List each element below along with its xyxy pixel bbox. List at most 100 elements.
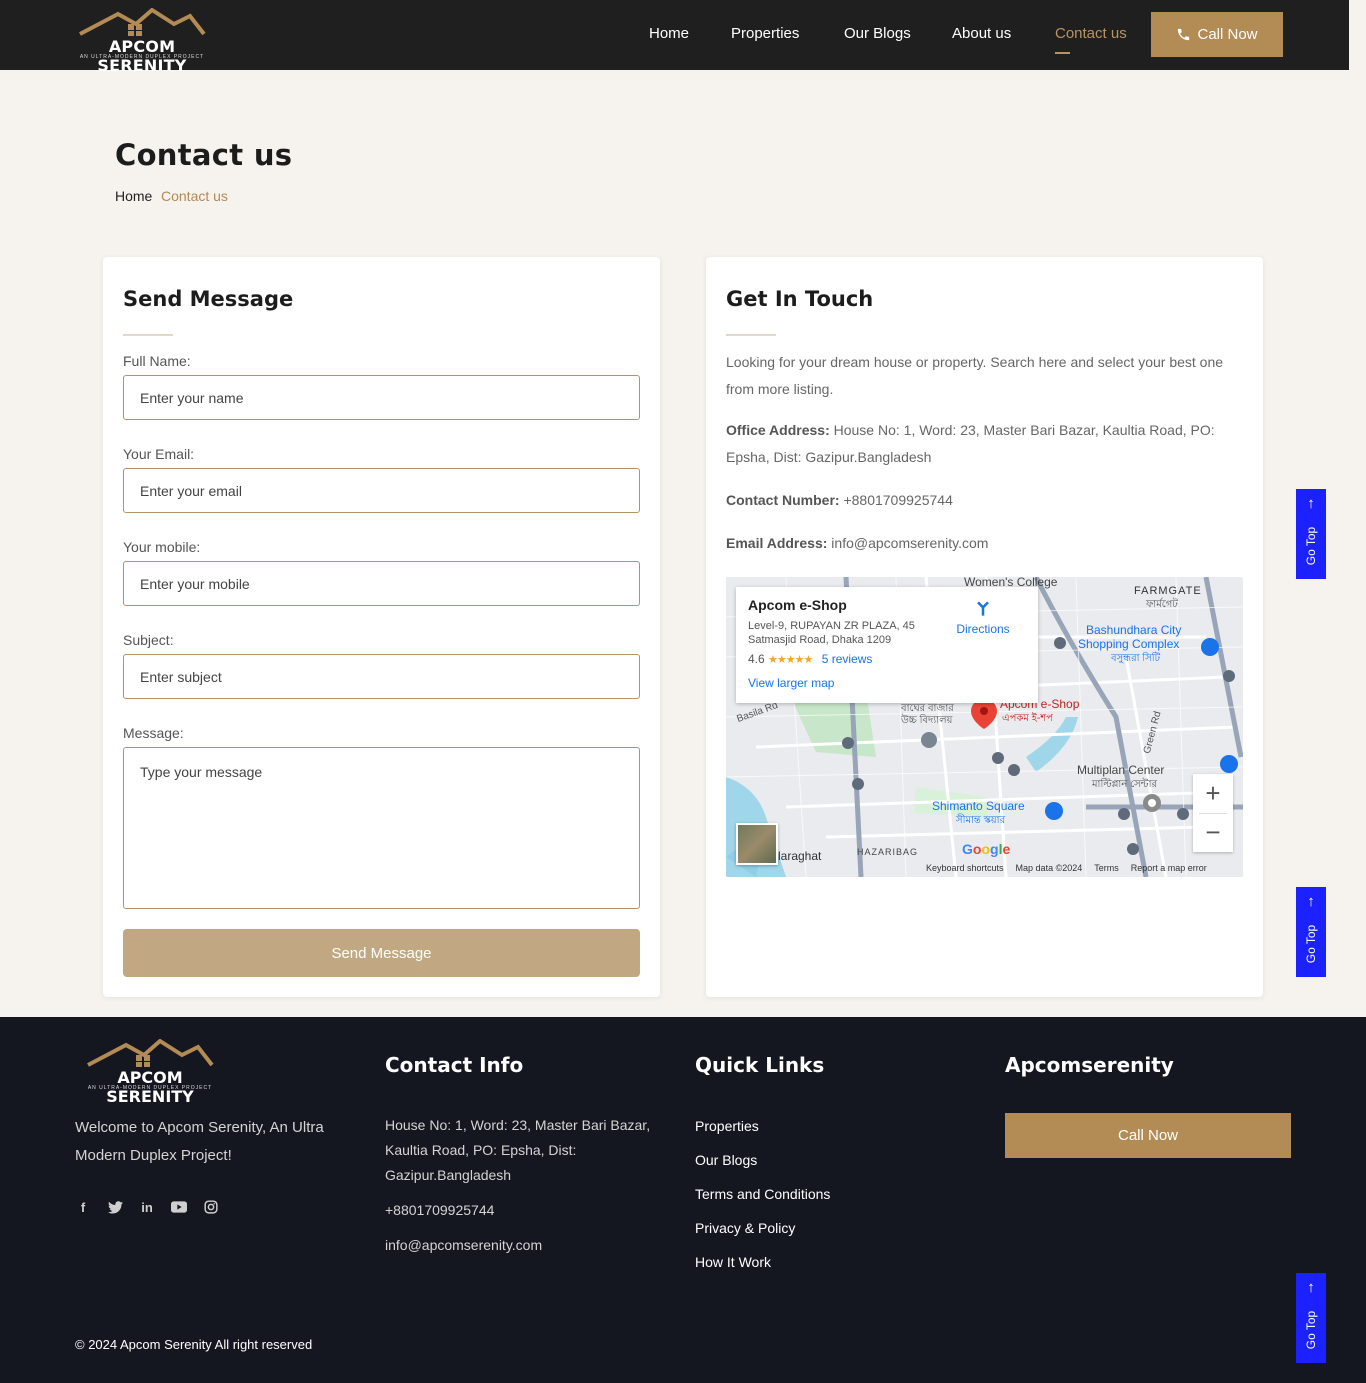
heading-divider [726, 334, 776, 336]
arrow-up-icon: ↑ [1307, 893, 1315, 910]
map-label-laraghat: laraghat [778, 849, 822, 863]
roof-logo-icon [79, 8, 206, 36]
map-zoom-controls: + − [1193, 774, 1233, 852]
footer-call-now-button[interactable]: Call Now [1005, 1113, 1291, 1158]
map-data-text: Map data ©2024 [1015, 863, 1083, 873]
breadcrumb-current: Contact us [161, 188, 228, 204]
nav-home[interactable]: Home [649, 25, 689, 45]
twitter-icon[interactable] [107, 1199, 123, 1215]
footer-link-how-it-work[interactable]: How It Work [695, 1254, 771, 1270]
map-label-hazaribag: HAZARIBAG [857, 847, 919, 857]
full-name-label: Full Name: [123, 353, 191, 369]
message-textarea[interactable] [123, 747, 640, 909]
footer-logo[interactable]: APCOM SERENITY AN ULTRA-MODERN DUPLEX PR… [74, 1039, 226, 1106]
brand-tagline: AN ULTRA-MODERN DUPLEX PROJECT [79, 54, 205, 60]
report-map-error-link[interactable]: Report a map error [1131, 863, 1207, 873]
view-larger-map-link[interactable]: View larger map [748, 676, 1026, 690]
copyright-text: © 2024 Apcom Serenity All right reserved [75, 1337, 313, 1352]
mobile-input[interactable] [123, 561, 640, 606]
contact-intro: Looking for your dream house or property… [726, 354, 1224, 397]
roof-logo-icon [87, 1039, 214, 1067]
contact-number: Contact Number: +8801709925744 [726, 487, 1246, 514]
header-call-now-button[interactable]: Call Now [1151, 12, 1283, 57]
subject-label: Subject: [123, 632, 174, 648]
go-top-label: Go Top [1304, 1310, 1318, 1350]
page-title: Contact us [115, 138, 293, 172]
map-label-bashundhara: Bashundhara City [1086, 623, 1182, 637]
office-address-label: Office Address: [726, 422, 830, 438]
google-logo: Google [962, 841, 1011, 857]
place-address: Level-9, RUPAYAN ZR PLAZA, 45 Satmasjid … [748, 620, 915, 646]
zoom-divider [1199, 813, 1227, 814]
rating-value: 4.6 [748, 652, 765, 666]
directions-button[interactable]: Directions [948, 599, 1018, 636]
contact-number-label: Contact Number: [726, 492, 840, 508]
directions-label: Directions [956, 622, 1010, 636]
footer-address: House No: 1, Word: 23, Master Bari Bazar… [385, 1117, 651, 1183]
google-map[interactable]: Women's College FARMGATE ফার্মগেট Bashun… [726, 577, 1243, 877]
map-footer: Keyboard shortcuts Map data ©2024 Terms … [926, 863, 1207, 873]
email-address-label: Email Address: [726, 535, 828, 551]
directions-icon [977, 601, 989, 616]
map-label-shopping-complex: Shopping Complex [1078, 637, 1180, 651]
footer-email[interactable]: info@apcomserenity.com [385, 1233, 655, 1258]
get-in-touch-card: Get In Touch Looking for your dream hous… [706, 257, 1263, 997]
scrollbar[interactable] [1349, 0, 1366, 1017]
map-label-multiplan-bn: মাল্টিপ্লান সেন্টার [1092, 779, 1158, 790]
email-address-value: info@apcomserenity.com [831, 535, 989, 551]
go-top-button[interactable]: ↑ Go Top [1296, 887, 1326, 977]
subject-input[interactable] [123, 654, 640, 699]
rating-stars-icon: ★★★★★ [768, 654, 813, 666]
satellite-view-toggle[interactable] [736, 823, 778, 865]
linkedin-icon[interactable]: in [139, 1199, 155, 1215]
footer-link-properties[interactable]: Properties [695, 1118, 759, 1134]
footer-quick-links-heading: Quick Links [695, 1053, 825, 1077]
footer-link-privacy[interactable]: Privacy & Policy [695, 1220, 795, 1236]
map-label-farmgate: FARMGATE [1134, 585, 1202, 597]
office-address: Office Address: House No: 1, Word: 23, M… [726, 417, 1246, 471]
map-label-shimanto-square: Shimanto Square [932, 799, 1025, 813]
send-message-button[interactable]: Send Message [123, 929, 640, 977]
zoom-in-button[interactable]: + [1193, 774, 1233, 813]
go-top-button[interactable]: ↑ Go Top [1296, 1273, 1326, 1363]
terms-link[interactable]: Terms [1094, 863, 1119, 873]
nav-properties[interactable]: Properties [731, 25, 799, 45]
go-top-label: Go Top [1304, 526, 1318, 566]
footer-brand-heading: Apcomserenity [1005, 1053, 1174, 1077]
nav-contact-us[interactable]: Contact us [1055, 25, 1127, 45]
arrow-up-icon: ↑ [1307, 495, 1315, 512]
full-name-input[interactable] [123, 375, 640, 420]
place-info-card: Apcom e-Shop Level-9, RUPAYAN ZR PLAZA, … [736, 587, 1038, 703]
phone-icon [1178, 28, 1190, 41]
mobile-label: Your mobile: [123, 539, 201, 555]
email-label: Your Email: [123, 446, 195, 462]
header-call-now-label: Call Now [1197, 26, 1258, 43]
facebook-icon[interactable]: f [75, 1199, 91, 1215]
breadcrumb-home[interactable]: Home [115, 188, 152, 204]
go-top-button[interactable]: ↑ Go Top [1296, 489, 1326, 579]
nav-about-us[interactable]: About us [952, 25, 1011, 45]
footer-link-terms[interactable]: Terms and Conditions [695, 1186, 830, 1202]
site-footer: APCOM SERENITY AN ULTRA-MODERN DUPLEX PR… [0, 1017, 1366, 1383]
map-label-apcom-eshop-bn: এপকম ই-শপ [1002, 713, 1053, 724]
footer-phone[interactable]: +8801709925744 [385, 1198, 655, 1223]
nav-our-blogs[interactable]: Our Blogs [844, 25, 911, 45]
message-label: Message: [123, 725, 184, 741]
top-navbar: APCOM SERENITY AN ULTRA-MODERN DUPLEX PR… [0, 0, 1349, 75]
map-label-farmgate-bn: ফার্মগেট [1146, 599, 1178, 610]
instagram-icon[interactable] [203, 1199, 219, 1215]
go-top-label: Go Top [1304, 924, 1318, 964]
get-in-touch-heading: Get In Touch [726, 287, 874, 311]
youtube-icon[interactable] [171, 1199, 187, 1215]
zoom-out-button[interactable]: − [1193, 813, 1233, 852]
contact-number-value: +8801709925744 [843, 492, 953, 508]
map-label-bashundhara-bn: বসুন্ধরা সিটি [1111, 653, 1161, 664]
map-label-shimanto-bn: সীমান্ত স্কয়ার [956, 815, 1006, 826]
arrow-up-icon: ↑ [1307, 1279, 1315, 1296]
email-input[interactable] [123, 468, 640, 513]
keyboard-shortcuts-link[interactable]: Keyboard shortcuts [926, 863, 1004, 873]
brand-logo[interactable]: APCOM SERENITY AN ULTRA-MODERN DUPLEX PR… [66, 8, 218, 75]
social-links: f in [75, 1199, 219, 1215]
reviews-link[interactable]: 5 reviews [822, 652, 873, 666]
footer-link-our-blogs[interactable]: Our Blogs [695, 1152, 757, 1168]
